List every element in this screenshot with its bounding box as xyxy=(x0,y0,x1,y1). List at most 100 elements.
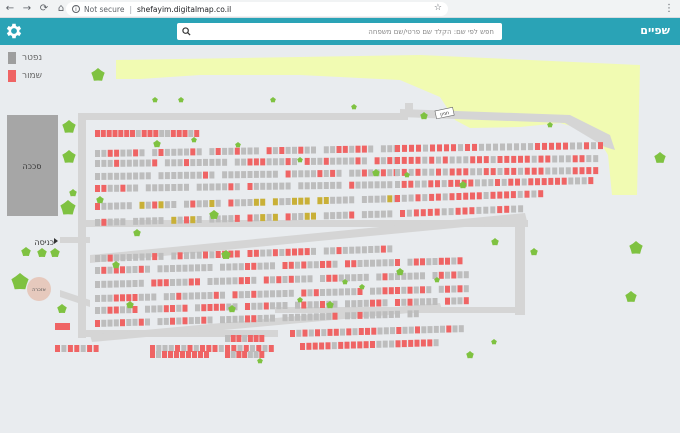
grave-plot[interactable] xyxy=(101,202,107,210)
grave-plot[interactable] xyxy=(342,157,348,165)
grave-plot[interactable] xyxy=(517,190,523,198)
grave-plot[interactable] xyxy=(201,292,207,300)
grave-plot[interactable] xyxy=(196,200,202,208)
grave-plot[interactable] xyxy=(451,144,456,152)
grave-plot[interactable] xyxy=(436,168,441,176)
grave-plot[interactable] xyxy=(260,214,266,222)
grave-plot[interactable] xyxy=(184,159,189,167)
grave-plot[interactable] xyxy=(361,196,367,203)
grave-plot[interactable] xyxy=(247,147,253,155)
grave-plot[interactable] xyxy=(456,168,462,176)
grave-plot[interactable] xyxy=(196,148,202,156)
grave-plot[interactable] xyxy=(162,345,168,352)
grave-plot[interactable] xyxy=(476,206,482,214)
grave-plot[interactable] xyxy=(313,261,319,269)
grave-plot[interactable] xyxy=(95,219,100,226)
grave-plot[interactable] xyxy=(586,167,592,175)
grave-plot[interactable] xyxy=(402,144,407,152)
grave-plot[interactable] xyxy=(226,263,232,271)
grave-plot[interactable] xyxy=(497,168,503,175)
grave-plot[interactable] xyxy=(426,298,432,306)
grave-plot[interactable] xyxy=(163,293,169,301)
grave-plot[interactable] xyxy=(192,351,197,358)
grave-plot[interactable] xyxy=(407,272,413,280)
grave-plot[interactable] xyxy=(107,218,113,226)
grave-plot[interactable] xyxy=(120,294,125,302)
grave-plot[interactable] xyxy=(368,195,374,203)
grave-plot[interactable] xyxy=(270,276,275,284)
grave-plot[interactable] xyxy=(120,159,126,167)
grave-plot[interactable] xyxy=(253,170,259,178)
grave-plot[interactable] xyxy=(145,201,151,209)
grave-plot[interactable] xyxy=(220,303,225,311)
grave-plot[interactable] xyxy=(497,206,503,214)
grave-plot[interactable] xyxy=(481,179,487,187)
grave-plot[interactable] xyxy=(355,157,361,165)
grave-plot[interactable] xyxy=(266,158,272,166)
grave-plot[interactable] xyxy=(250,345,255,352)
grave-plot[interactable] xyxy=(363,341,369,349)
grave-plot[interactable] xyxy=(93,345,99,352)
grave-plot[interactable] xyxy=(150,345,155,352)
grave-plot[interactable] xyxy=(247,335,253,342)
grave-plot[interactable] xyxy=(213,303,219,311)
grave-plot[interactable] xyxy=(120,280,125,288)
grave-plot[interactable] xyxy=(357,311,363,319)
grave-plot[interactable] xyxy=(451,297,457,305)
grave-plot[interactable] xyxy=(266,249,272,257)
grave-plot[interactable] xyxy=(107,159,113,167)
grave-plot[interactable] xyxy=(515,178,520,186)
grave-plot[interactable] xyxy=(350,341,356,349)
grave-plot[interactable] xyxy=(101,159,107,167)
grave-plot[interactable] xyxy=(401,340,407,348)
grave-plot[interactable] xyxy=(207,278,213,285)
grave-plot[interactable] xyxy=(330,181,336,189)
grave-plot[interactable] xyxy=(158,252,164,260)
grave-plot[interactable] xyxy=(164,201,170,209)
grave-plot[interactable] xyxy=(483,206,489,214)
grave-plot[interactable] xyxy=(107,202,113,210)
grave-plot[interactable] xyxy=(442,193,448,201)
grave-plot[interactable] xyxy=(145,217,151,225)
grave-plot[interactable] xyxy=(247,171,253,178)
grave-plot[interactable] xyxy=(468,179,474,187)
grave-plot[interactable] xyxy=(465,144,470,151)
grave-plot[interactable] xyxy=(213,277,219,285)
grave-plot[interactable] xyxy=(260,182,266,190)
grave-plot[interactable] xyxy=(279,249,285,256)
grave-plot[interactable] xyxy=(228,183,234,191)
grave-plot[interactable] xyxy=(203,251,208,259)
grave-plot[interactable] xyxy=(193,345,199,352)
grave-plot[interactable] xyxy=(270,302,275,310)
grave-plot[interactable] xyxy=(463,285,469,293)
grave-plot[interactable] xyxy=(483,156,489,164)
grave-plot[interactable] xyxy=(376,287,382,295)
grave-plot[interactable] xyxy=(406,209,412,217)
grave-plot[interactable] xyxy=(401,194,407,202)
grave-plot[interactable] xyxy=(55,345,60,352)
grave-plot[interactable] xyxy=(479,143,484,151)
grave-plot[interactable] xyxy=(311,247,316,255)
grave-plot[interactable] xyxy=(338,341,344,349)
grave-plot[interactable] xyxy=(301,261,307,269)
grave-plot[interactable] xyxy=(408,156,414,164)
grave-plot[interactable] xyxy=(168,351,173,358)
grave-plot[interactable] xyxy=(120,202,126,210)
grave-plot[interactable] xyxy=(106,130,112,137)
grave-plot[interactable] xyxy=(238,291,244,299)
grave-plot[interactable] xyxy=(433,339,439,347)
grave-plot[interactable] xyxy=(440,325,445,333)
grave-plot[interactable] xyxy=(407,310,413,318)
grave-plot[interactable] xyxy=(577,142,582,150)
grave-plot[interactable] xyxy=(380,245,386,253)
grave-plot[interactable] xyxy=(427,326,433,334)
gear-icon[interactable] xyxy=(4,21,24,41)
grave-plot[interactable] xyxy=(541,178,547,186)
grave-plot[interactable] xyxy=(336,196,342,204)
map-canvas[interactable]: סככה אזכרה כניסה חניון xyxy=(0,45,680,433)
grave-plot[interactable] xyxy=(358,328,364,335)
grave-plot[interactable] xyxy=(163,279,169,287)
grave-plot[interactable] xyxy=(455,207,461,215)
grave-plot[interactable] xyxy=(382,273,388,281)
grave-plot[interactable] xyxy=(304,248,310,256)
